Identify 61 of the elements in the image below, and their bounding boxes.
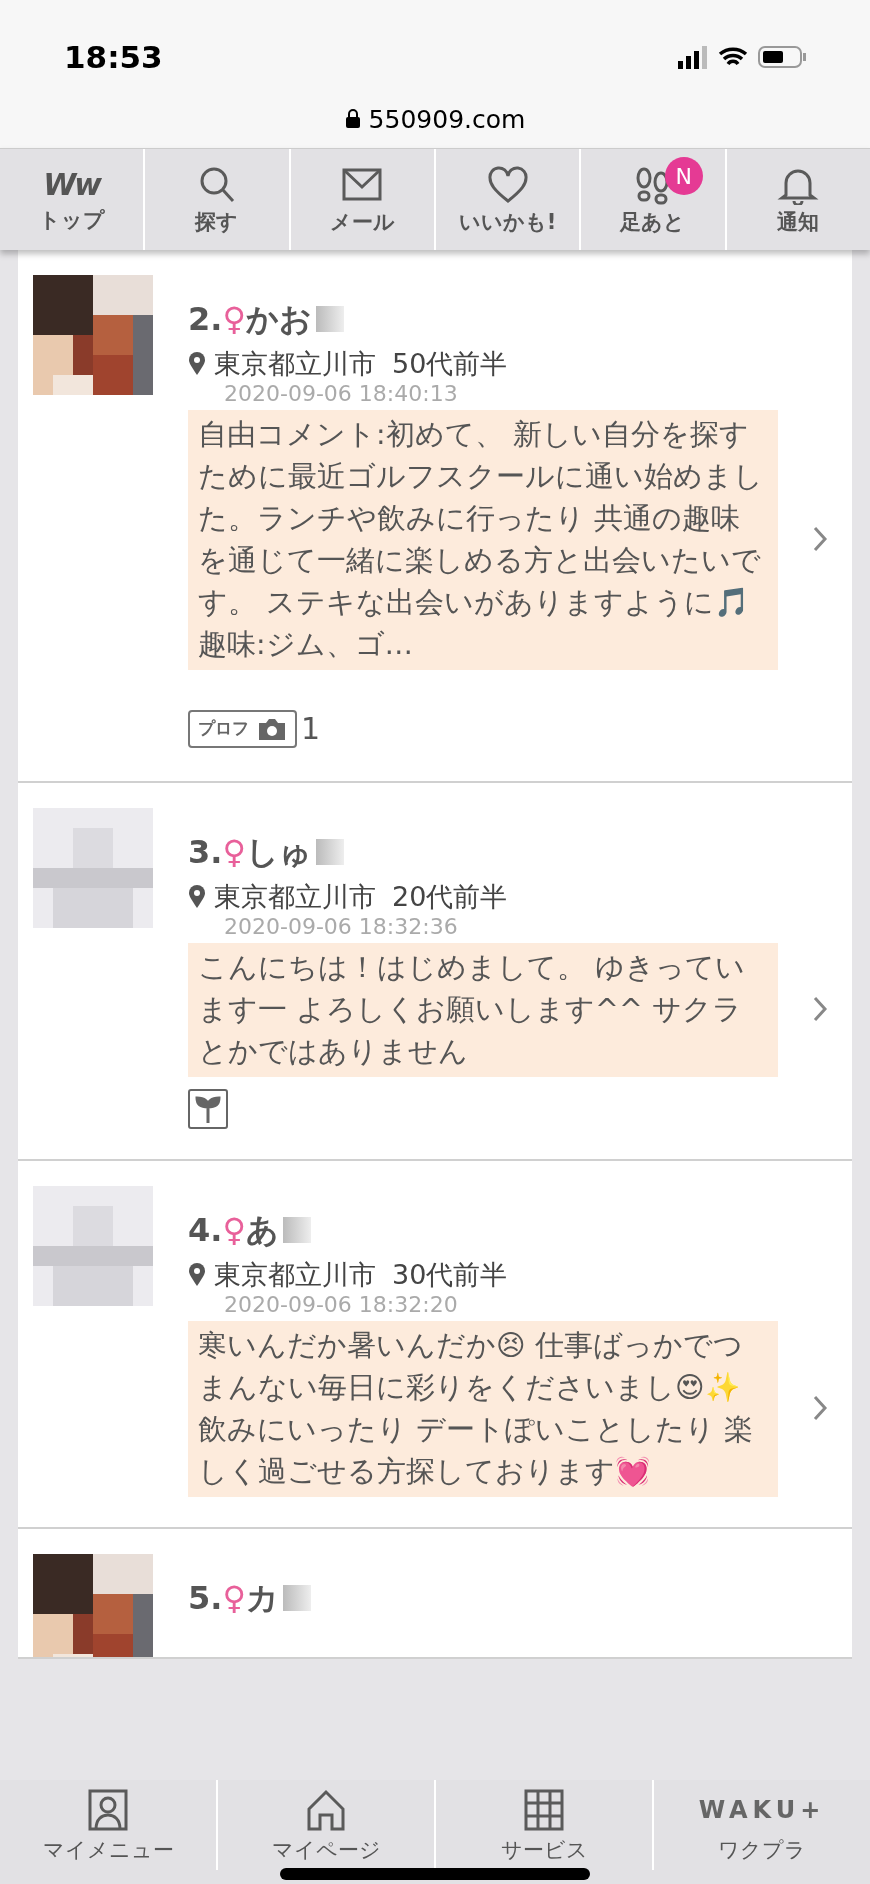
nav-label: 探す [195, 208, 239, 235]
blurred-name [315, 306, 344, 332]
blurred-name [282, 1217, 311, 1243]
nav-label: 通知 [777, 208, 820, 235]
comment-text: こんにちは！はじめまして。 ゆきっています一 よろしくお願いします^^ サクラとかではありません [188, 943, 778, 1077]
gender-symbol: ♀ [222, 832, 246, 873]
gender-symbol: ♀ [222, 1578, 246, 1619]
avatar-placeholder-icon [33, 1186, 153, 1306]
age-range: 20代前半 [392, 880, 508, 914]
profile-name: カ [245, 1578, 279, 1619]
nav-tab[interactable]: Ww トップ [0, 149, 144, 250]
location: 東京都立川市 [214, 347, 376, 381]
gender-symbol: ♀ [222, 1210, 246, 1251]
profile-number: 2. [188, 299, 223, 340]
profile-card[interactable]: 5.♀カ [18, 1529, 852, 1659]
notification-badge: N [664, 157, 703, 195]
nav-label: 足あと [620, 208, 686, 235]
comment-text: 寒いんだか暑いんだか😣 仕事ばっかでつまんない毎日に彩りをくださいまし😍✨飲みにいったり デートぽいことしたり 楽しく過ごせる方探しております💓 [188, 1321, 778, 1497]
profile-number: 5. [188, 1578, 223, 1619]
location-pin-icon [188, 352, 206, 376]
gender-symbol: ♀ [222, 299, 246, 340]
timestamp: 2020-09-06 18:40:13 [224, 381, 459, 407]
battery-icon [758, 46, 806, 69]
location-pin-icon [188, 1263, 206, 1287]
chevron-right-icon [812, 524, 828, 553]
location-pin-icon [188, 885, 206, 909]
clock-time: 18:53 [64, 38, 163, 77]
profile-card[interactable]: 4.♀あ 東京都立川市 30代前半 2020-09-06 18:32:20 寒いんだか暑いんだか😣 仕事ばっかでつまんない毎日に彩りをくださいまし😍✨飲みにいったり デートぽいことしたり 楽しく過ごせる方探しております💓 [18, 1161, 852, 1529]
profile-card[interactable]: 2.♀かお 東京都立川市 50代前半 2020-09-06 18:40:13 自由コメント:初めて、 新しい自分を探すために最近ゴルフスクールに通い始めました。ランチや飲みに行ったり 共通の趣味を通じて一緒に楽しめる方と出会いたいです。 ステキな出会いがありますように🎵 趣味:ジム、ゴ… プロフ 1 [18, 250, 852, 783]
photo-count: 1 [301, 710, 321, 748]
url-text[interactable]: 550909.com [368, 100, 526, 138]
profile-photo-badge: プロフ [188, 709, 297, 748]
timestamp: 2020-09-06 18:32:20 [224, 1292, 459, 1318]
blurred-name [282, 1585, 311, 1611]
profile-number: 4. [188, 1210, 223, 1251]
nav-label: メール [329, 208, 395, 235]
profile-name: しゅ [245, 832, 312, 873]
profile-number: 3. [188, 832, 223, 873]
location: 東京都立川市 [214, 880, 376, 914]
signal-icon [678, 45, 708, 70]
chevron-right-icon [812, 994, 828, 1023]
profile-name: かお [245, 299, 312, 340]
age-range: 30代前半 [392, 1258, 508, 1292]
age-range: 50代前半 [392, 347, 508, 381]
profile-card[interactable]: 3.♀しゅ 東京都立川市 20代前半 2020-09-06 18:32:36 こんにちは！はじめまして。 ゆきっています一 よろしくお願いします^^ サクラとかではありません [18, 783, 852, 1161]
heart-icon [485, 164, 530, 205]
lock-icon [344, 109, 361, 130]
comment-text: 自由コメント:初めて、 新しい自分を探すために最近ゴルフスクールに通い始めました。ランチや飲みに行ったり 共通の趣味を通じて一緒に楽しめる方と出会いたいです。 ステキな出会いがありますように🎵 趣味:ジム、ゴ… [188, 410, 778, 670]
nav-tab[interactable]: マイメニュー [0, 1780, 216, 1870]
chevron-right-icon [812, 1393, 828, 1422]
nav-tab[interactable]: WAKU+ ワクプラ [652, 1780, 870, 1870]
nav-label: いいかも! [458, 208, 557, 235]
timestamp: 2020-09-06 18:32:36 [224, 914, 459, 940]
profile-name: あ [245, 1210, 279, 1251]
logo: WAKU+ [698, 1795, 826, 1826]
location: 東京都立川市 [214, 1258, 376, 1292]
sprout-icon [188, 1089, 228, 1129]
avatar-placeholder-icon [33, 808, 153, 928]
blurred-name [315, 839, 344, 865]
logo: Ww [43, 166, 101, 203]
nav-label: トップ [38, 206, 105, 233]
